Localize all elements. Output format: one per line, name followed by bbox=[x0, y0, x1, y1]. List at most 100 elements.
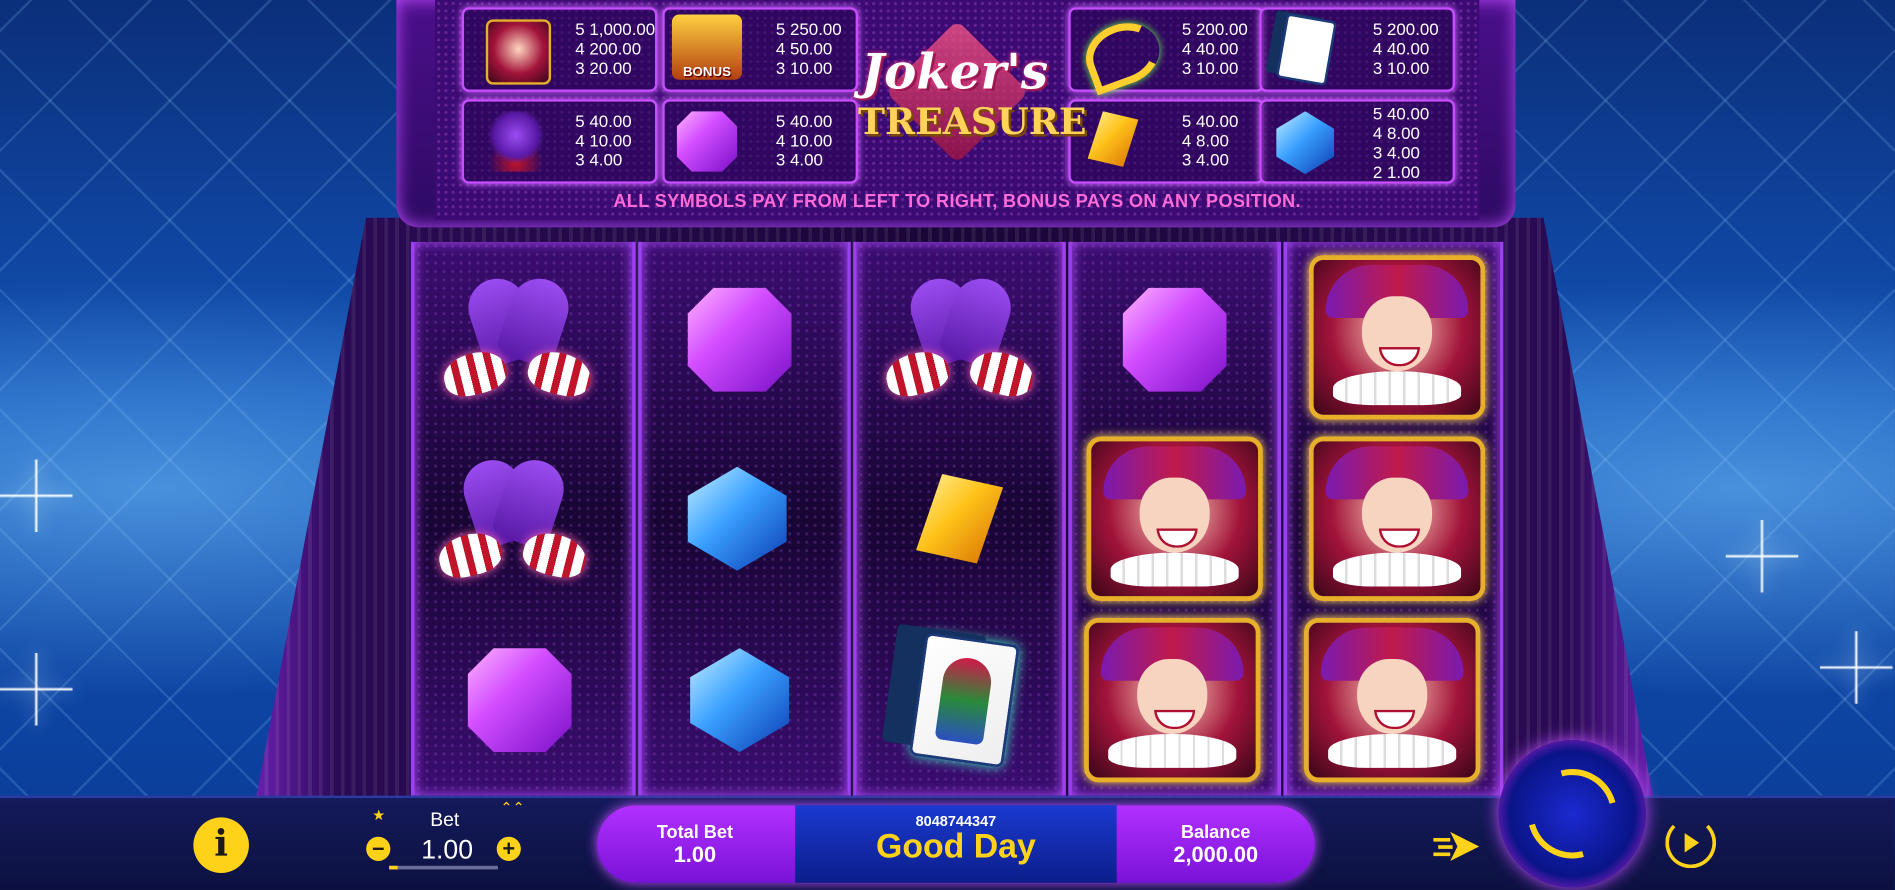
purple-gem-icon bbox=[467, 648, 572, 753]
paytable-rule: ALL SYMBOLS PAY FROM LEFT TO RIGHT, BONU… bbox=[613, 191, 1301, 212]
logo-subtitle: TREASURE bbox=[858, 101, 1087, 144]
purple-gem-icon bbox=[1122, 287, 1227, 392]
total-bet-label: Total Bet bbox=[656, 822, 733, 843]
balance-label: Balance bbox=[1180, 822, 1251, 843]
reel-symbol-purple-gem bbox=[1084, 249, 1265, 430]
blue-gem-icon bbox=[1276, 111, 1336, 175]
joker-icon bbox=[1308, 436, 1486, 601]
pay-line: 5 40.00 bbox=[775, 111, 833, 131]
bet-decrease-button[interactable]: − bbox=[366, 836, 391, 861]
balance-value: 2,000.00 bbox=[1173, 842, 1259, 867]
purple-gem-icon bbox=[676, 111, 738, 172]
horn-icon bbox=[1077, 13, 1169, 96]
pay-line: 4 40.00 bbox=[1181, 38, 1239, 59]
pay-line: 3 4.00 bbox=[1181, 149, 1229, 170]
paytable-entry-blue-gem: 5 40.00 4 8.00 3 4.00 2 1.00 bbox=[1259, 99, 1456, 184]
reel-symbol-gloves bbox=[422, 430, 603, 611]
joker-icon bbox=[1308, 255, 1486, 420]
bet-label: Bet bbox=[430, 810, 460, 831]
pay-line: 5 250.00 bbox=[775, 19, 842, 39]
bonus-label: BONUS bbox=[671, 14, 743, 80]
reel-symbol-joker-card bbox=[874, 609, 1055, 790]
reel-symbol-blue-gem bbox=[647, 428, 828, 609]
gloves-icon bbox=[434, 452, 591, 588]
pay-line: 3 4.00 bbox=[1372, 142, 1420, 163]
reel-symbol-joker bbox=[1084, 428, 1265, 609]
pay-line: 4 200.00 bbox=[575, 38, 642, 59]
paytable-entry-gloves: 5 40.00 4 10.00 3 4.00 bbox=[461, 99, 658, 184]
joker-icon bbox=[485, 19, 552, 85]
joker-icon bbox=[1086, 436, 1263, 601]
pay-line: 3 10.00 bbox=[775, 58, 833, 78]
reel-symbol-joker bbox=[1302, 609, 1483, 790]
pay-line: 5 200.00 bbox=[1372, 19, 1439, 39]
sparkle-icon bbox=[1820, 631, 1893, 704]
bet-slider[interactable] bbox=[389, 865, 498, 870]
game-logo: Joker's TREASURE bbox=[858, 20, 1087, 167]
pay-line: 5 40.00 bbox=[1181, 111, 1239, 131]
reel-symbol-joker bbox=[1306, 247, 1487, 428]
reel-symbol-gloves bbox=[869, 249, 1050, 430]
autoplay-button[interactable] bbox=[1665, 817, 1717, 869]
pay-line: 2 1.00 bbox=[1372, 162, 1420, 182]
paytable-entry-purple-gem: 5 40.00 4 10.00 3 4.00 bbox=[662, 99, 859, 184]
reel-symbol-yellow-gem bbox=[869, 428, 1050, 609]
pay-line: 4 10.00 bbox=[575, 130, 632, 150]
joker-card-icon bbox=[1275, 13, 1341, 87]
gloves-icon bbox=[439, 271, 596, 406]
pay-line: 5 40.00 bbox=[1372, 103, 1430, 124]
sparkle-icon bbox=[0, 652, 73, 726]
reel-1 bbox=[410, 241, 636, 796]
paytable-entry-bonus: BONUS 5 250.00 4 50.00 3 10.00 bbox=[662, 7, 859, 92]
sparkle-icon bbox=[0, 459, 73, 533]
blue-gem-icon bbox=[687, 466, 787, 571]
star-icon: ★ bbox=[372, 806, 386, 824]
reel-4 bbox=[1068, 241, 1282, 796]
joker-icon bbox=[1084, 617, 1261, 783]
reel-symbol-joker bbox=[1082, 609, 1263, 790]
paytable-entry-joker-card: 5 200.00 4 40.00 3 10.00 bbox=[1259, 7, 1456, 92]
reel-5 bbox=[1283, 241, 1504, 796]
blue-gem-icon bbox=[690, 648, 790, 753]
paytable-entry-joker: 5 1,000.00 4 200.00 3 20.00 bbox=[461, 7, 658, 92]
turbo-icon[interactable] bbox=[1433, 827, 1484, 866]
pay-line: 3 20.00 bbox=[575, 58, 632, 78]
paytable-entry-horn: 5 200.00 4 40.00 3 10.00 bbox=[1068, 7, 1265, 96]
purple-gem-icon bbox=[687, 287, 792, 392]
bet-slider-fill bbox=[389, 865, 398, 870]
info-button[interactable]: i bbox=[193, 817, 249, 874]
pay-line: 5 1,000.00 bbox=[575, 19, 656, 39]
pay-line: 4 40.00 bbox=[1372, 38, 1430, 59]
logo-title: Joker's bbox=[861, 43, 1049, 101]
pay-line: 4 8.00 bbox=[1181, 130, 1229, 150]
sparkle-icon bbox=[1725, 519, 1799, 593]
total-bet-value: 1.00 bbox=[673, 842, 717, 867]
pay-line: 5 40.00 bbox=[575, 111, 632, 131]
pay-line: 3 10.00 bbox=[1181, 58, 1239, 78]
reel-symbol-purple-gem bbox=[429, 609, 610, 790]
reel-symbol-blue-gem bbox=[649, 609, 830, 790]
bet-increase-button[interactable]: + bbox=[496, 836, 521, 861]
gloves-icon bbox=[881, 271, 1038, 406]
pay-line: 4 10.00 bbox=[775, 130, 833, 150]
bet-value: 1.00 bbox=[421, 834, 474, 865]
reel-symbol-joker bbox=[1306, 428, 1487, 609]
joker-card-icon bbox=[909, 632, 1020, 768]
pay-line: 4 50.00 bbox=[775, 38, 833, 59]
yellow-gem-icon bbox=[916, 474, 1004, 564]
yellow-gem-icon bbox=[1087, 111, 1148, 171]
pay-line: 5 200.00 bbox=[1181, 19, 1248, 39]
pay-line: 4 8.00 bbox=[1372, 123, 1420, 143]
reel-symbol-gloves bbox=[427, 249, 608, 430]
reel-2 bbox=[638, 241, 851, 796]
pay-line: 3 10.00 bbox=[1372, 58, 1430, 78]
reel-3 bbox=[853, 241, 1066, 796]
joker-icon bbox=[1303, 617, 1481, 783]
paytable-entry-yellow-gem: 5 40.00 4 8.00 3 4.00 bbox=[1068, 99, 1265, 184]
pay-line: 3 4.00 bbox=[775, 149, 823, 170]
max-bet-icon[interactable]: ⌃⌃ bbox=[500, 800, 524, 815]
gloves-icon bbox=[485, 111, 547, 172]
status-message: Good Day bbox=[876, 827, 1036, 865]
game-stage: 5 1,000.00 4 200.00 3 20.00 BONUS 5 250.… bbox=[0, 0, 1895, 890]
reel-symbol-purple-gem bbox=[649, 249, 830, 430]
